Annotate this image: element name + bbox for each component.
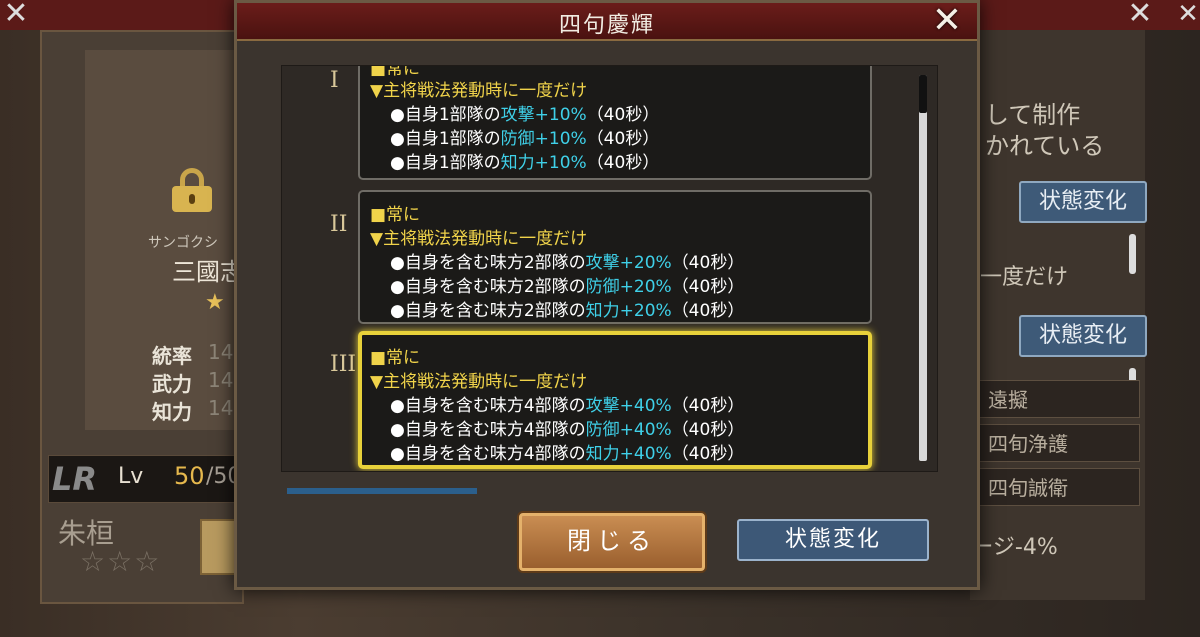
background-scrollbar-1[interactable] [1129,234,1136,274]
close-button[interactable]: 閉じる [519,513,705,571]
tactic-detail-dialog: 四句慶輝 ✕ I ■常に ▼主将戦法発動時に一度だけ ●自身1部隊の攻撃+10%… [234,0,980,590]
dialog-title: 四句慶輝 [558,13,655,38]
tier-card-2[interactable]: ■常に ▼主将戦法発動時に一度だけ ●自身を含む味方2部隊の攻撃+20%（40秒… [358,190,872,324]
tier-effect: ●自身1部隊の知力+10%（40秒） [390,153,660,173]
list-scrollbar[interactable] [919,75,927,461]
tier-condition: ■常に [370,205,421,225]
description-line-1: して制作 [985,101,1081,129]
background-close-icon[interactable]: ✕ [1124,0,1156,30]
tier-effect: ●自身を含む味方2部隊の攻撃+20%（40秒） [390,253,745,273]
tier-numeral-3: III [330,352,357,377]
background-row-2[interactable]: 四旬浄護 [975,424,1140,462]
star-rating-icon-row: ☆☆☆ [80,545,162,578]
background-state-change-button-2[interactable]: 状態変化 [1019,315,1147,357]
tier-card-3-selected[interactable]: ■常に ▼主将戦法発動時に一度だけ ●自身を含む味方4部隊の攻撃+40%（40秒… [358,331,872,469]
tier-card-1[interactable]: ■常に ▼主将戦法発動時に一度だけ ●自身1部隊の攻撃+10%（40秒） ●自身… [358,66,872,180]
background-state-change-button-1[interactable]: 状態変化 [1019,181,1147,223]
tier-effect: ●自身を含む味方2部隊の知力+20%（40秒） [390,301,745,321]
description-line-2: かれている [985,132,1105,160]
stat-label-command: 統率 [152,344,192,368]
series-kana: サンゴクシ [148,235,218,251]
background-back-icon: ✕ [3,0,29,31]
dialog-progress-bar [287,488,477,494]
lock-icon[interactable] [170,168,214,212]
tier-effect: ●自身1部隊の防御+10%（40秒） [390,129,660,149]
tier-effect: ●自身を含む味方4部隊の攻撃+40%（40秒） [390,396,745,416]
dialog-header: 四句慶輝 ✕ [237,3,977,41]
once-text: 一度だけ [980,265,1069,290]
tier-trigger: ▼主将戦法発動時に一度だけ [370,229,588,249]
tier-effect: ●自身1部隊の攻撃+10%（40秒） [390,105,660,125]
background-close-icon-2[interactable]: ✕ [1172,0,1200,30]
background-row-1[interactable]: 遠擬 [975,380,1140,418]
tier-effect: ●自身を含む味方4部隊の知力+40%（40秒） [390,444,745,464]
background-row-3[interactable]: 四旬誠衛 [975,468,1140,506]
tier-trigger: ▼主将戦法発動時に一度だけ [370,81,588,101]
state-change-button[interactable]: 状態変化 [737,519,929,561]
rarity-badge: LR [52,460,98,498]
tier-condition: ■常に [370,348,421,368]
level-label: Lv [118,464,144,489]
level-value: 50 [174,462,205,490]
tier-numeral-1: I [330,68,339,93]
tier-effect: ●自身を含む味方4部隊の防御+40%（40秒） [390,420,745,440]
tier-trigger: ▼主将戦法発動時に一度だけ [370,372,588,392]
stat-label-intelligence: 知力 [152,400,192,424]
close-icon[interactable]: ✕ [927,3,967,39]
tier-list[interactable]: I ■常に ▼主将戦法発動時に一度だけ ●自身1部隊の攻撃+10%（40秒） ●… [281,65,938,472]
tier-numeral-2: II [330,212,348,237]
tier-effect: ●自身を含む味方2部隊の防御+20%（40秒） [390,277,745,297]
scrollbar-thumb[interactable] [919,75,927,113]
star-rating-icon: ★ [205,290,225,315]
stat-label-war: 武力 [152,372,192,396]
